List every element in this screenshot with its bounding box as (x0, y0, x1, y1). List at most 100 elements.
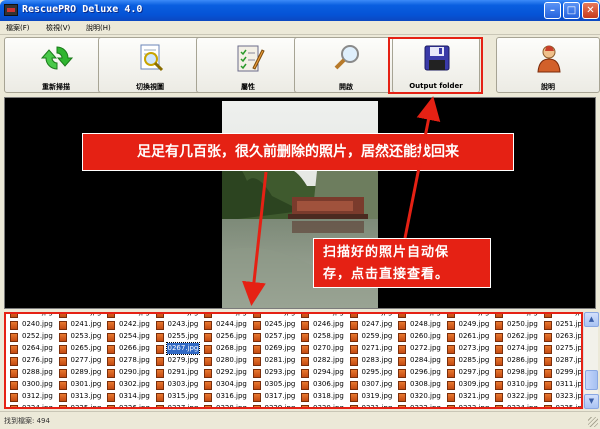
file-item[interactable]: 0304.jpg (204, 379, 251, 391)
file-item[interactable]: 0307.jpg (349, 379, 397, 391)
file-item[interactable]: 0332.jpg (398, 403, 445, 407)
file-item[interactable]: 0234.jpg (301, 314, 348, 319)
file-item[interactable]: 0314.jpg (107, 391, 154, 403)
file-item[interactable]: 0269.jpg (252, 343, 300, 355)
file-item[interactable]: 0298.jpg (495, 367, 542, 379)
file-item[interactable]: 0309.jpg (446, 379, 494, 391)
file-item[interactable]: 0300.jpg (10, 379, 57, 391)
file-item[interactable]: 0323.jpg (543, 391, 581, 403)
file-item[interactable]: 0244.jpg (204, 319, 251, 331)
file-item[interactable]: 0325.jpg (58, 403, 106, 407)
file-item[interactable]: 0251.jpg (543, 319, 581, 331)
file-item[interactable]: 0285.jpg (446, 355, 494, 367)
file-item[interactable]: 0274.jpg (495, 343, 542, 355)
file-item[interactable]: 0271.jpg (349, 343, 397, 355)
file-item[interactable]: 0315.jpg (155, 391, 203, 403)
file-item[interactable]: 0293.jpg (252, 367, 300, 379)
file-item[interactable]: 0240.jpg (10, 319, 57, 331)
file-item[interactable]: 0288.jpg (10, 367, 57, 379)
menu-help[interactable]: 說明(H) (86, 23, 111, 33)
file-item[interactable]: 0319.jpg (349, 391, 397, 403)
file-item[interactable]: 0264.jpg (10, 343, 57, 355)
file-item[interactable]: 0232.jpg (204, 314, 251, 319)
switch-view-button[interactable]: 切換視圖 (98, 37, 202, 93)
file-item[interactable]: 0273.jpg (446, 343, 494, 355)
file-item[interactable]: 0324.jpg (10, 403, 57, 407)
properties-button[interactable]: 屬性 (196, 37, 300, 93)
file-item[interactable]: 0320.jpg (398, 391, 445, 403)
menu-file[interactable]: 檔案(F) (6, 23, 30, 33)
file-item[interactable]: 0287.jpg (543, 355, 581, 367)
file-item[interactable]: 0259.jpg (349, 331, 397, 343)
file-item[interactable]: 0292.jpg (204, 367, 251, 379)
file-item[interactable]: 0263.jpg (543, 331, 581, 343)
file-item[interactable]: 0283.jpg (349, 355, 397, 367)
file-item[interactable]: 0266.jpg (107, 343, 154, 355)
file-item[interactable]: 0237.jpg (446, 314, 494, 319)
file-item[interactable]: 0241.jpg (58, 319, 106, 331)
file-item[interactable]: 0275.jpg (543, 343, 581, 355)
file-item[interactable]: 0301.jpg (58, 379, 106, 391)
file-item[interactable]: 0321.jpg (446, 391, 494, 403)
file-item[interactable]: 0279.jpg (155, 355, 203, 367)
file-item[interactable]: 0262.jpg (495, 331, 542, 343)
file-list[interactable]: 0228.jpg 0229.jpg 0230.jpg 0231.jpg 0232.jpg… (4, 312, 583, 409)
file-item[interactable]: 0294.jpg (301, 367, 348, 379)
maximize-button[interactable]: □ (563, 2, 580, 19)
file-item[interactable]: 0297.jpg (446, 367, 494, 379)
file-item[interactable]: 0231.jpg (155, 314, 203, 319)
file-item[interactable]: 0247.jpg (349, 319, 397, 331)
file-item[interactable]: 0289.jpg (58, 367, 106, 379)
minimize-button[interactable]: – (544, 2, 561, 19)
file-item[interactable]: 0295.jpg (349, 367, 397, 379)
file-item[interactable]: 0258.jpg (301, 331, 348, 343)
file-item[interactable]: 0230.jpg (107, 314, 154, 319)
file-item[interactable]: 0328.jpg (204, 403, 251, 407)
file-item[interactable]: 0278.jpg (107, 355, 154, 367)
file-item[interactable]: 0243.jpg (155, 319, 203, 331)
file-item[interactable]: 0235.jpg (349, 314, 397, 319)
file-item[interactable]: 0331.jpg (349, 403, 397, 407)
file-item[interactable]: 0250.jpg (495, 319, 542, 331)
file-item[interactable]: 0236.jpg (398, 314, 445, 319)
scroll-up-button[interactable]: ▲ (584, 312, 599, 327)
file-item[interactable]: 0306.jpg (301, 379, 348, 391)
file-item[interactable]: 0317.jpg (252, 391, 300, 403)
file-item[interactable]: 0272.jpg (398, 343, 445, 355)
resize-grip[interactable] (588, 417, 598, 427)
scroll-thumb[interactable] (585, 370, 598, 390)
file-item[interactable]: 0257.jpg (252, 331, 300, 343)
file-item[interactable]: 0316.jpg (204, 391, 251, 403)
file-item[interactable]: 0228.jpg (10, 314, 57, 319)
file-item[interactable]: 0229.jpg (58, 314, 106, 319)
menu-view[interactable]: 檢視(V) (46, 23, 70, 33)
file-item[interactable]: 0242.jpg (107, 319, 154, 331)
file-item[interactable]: 0246.jpg (301, 319, 348, 331)
file-item[interactable]: 0284.jpg (398, 355, 445, 367)
file-item[interactable]: 0254.jpg (107, 331, 154, 343)
file-item[interactable]: 0286.jpg (495, 355, 542, 367)
help-button[interactable]: 說明 (496, 37, 600, 93)
file-item[interactable]: 0239.jpg (543, 314, 581, 319)
file-item[interactable]: 0253.jpg (58, 331, 106, 343)
file-item[interactable]: 0282.jpg (301, 355, 348, 367)
close-button[interactable]: ✕ (582, 2, 599, 19)
file-item[interactable]: 0268.jpg (204, 343, 251, 355)
file-item[interactable]: 0312.jpg (10, 391, 57, 403)
file-item[interactable]: 0265.jpg (58, 343, 106, 355)
file-item[interactable]: 0238.jpg (495, 314, 542, 319)
file-item[interactable]: 0281.jpg (252, 355, 300, 367)
file-item[interactable]: 0280.jpg (204, 355, 251, 367)
file-item[interactable]: 0261.jpg (446, 331, 494, 343)
file-item[interactable]: 0299.jpg (543, 367, 581, 379)
file-item[interactable]: 0252.jpg (10, 331, 57, 343)
file-item[interactable]: 0326.jpg (107, 403, 154, 407)
file-item[interactable]: 0290.jpg (107, 367, 154, 379)
file-item[interactable]: 0308.jpg (398, 379, 445, 391)
file-item[interactable]: 0318.jpg (301, 391, 348, 403)
file-item[interactable]: 0256.jpg (204, 331, 251, 343)
file-item[interactable]: 0276.jpg (10, 355, 57, 367)
file-item[interactable]: 0311.jpg (543, 379, 581, 391)
file-item[interactable]: 0335.jpg (543, 403, 581, 407)
file-item[interactable]: 0255.jpg (155, 331, 203, 343)
